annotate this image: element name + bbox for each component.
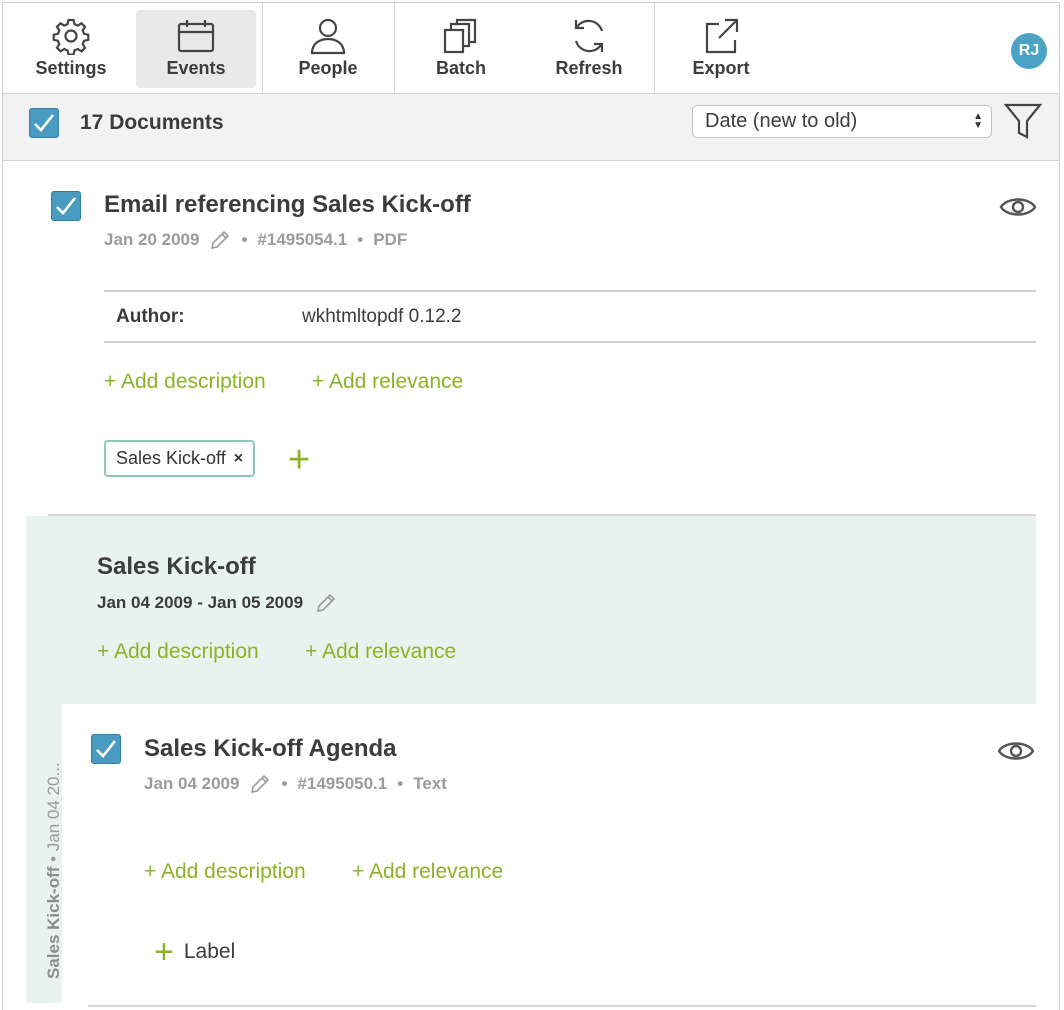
document-date: Jan 04 2009 <box>144 774 240 793</box>
people-button[interactable]: People <box>265 10 391 88</box>
toolbar-divider <box>654 3 655 94</box>
event-side-name: Sales Kick-off <box>44 866 63 979</box>
refresh-button[interactable]: Refresh <box>525 10 653 88</box>
add-relevance-link[interactable]: + Add relevance <box>352 860 503 884</box>
metadata-table: Author: wkhtmltopdf 0.12.2 <box>104 290 1036 343</box>
meta-separator: • <box>357 230 364 249</box>
document-checkbox[interactable] <box>51 191 81 221</box>
gear-icon <box>51 16 91 56</box>
pencil-icon[interactable] <box>209 229 231 251</box>
add-label-text: Label <box>183 940 236 963</box>
event-dates: Jan 04 2009 - Jan 05 2009 <box>97 592 337 614</box>
event-add-description-link[interactable]: + Add description <box>97 640 259 664</box>
user-avatar[interactable]: RJ <box>1011 33 1047 69</box>
filter-icon[interactable] <box>1003 102 1044 142</box>
export-button[interactable]: Export <box>659 10 783 88</box>
export-label: Export <box>692 58 750 78</box>
meta-separator: • <box>397 774 404 793</box>
meta-separator: • <box>281 774 288 793</box>
export-icon <box>701 16 741 56</box>
metadata-value: wkhtmltopdf 0.12.2 <box>302 306 462 327</box>
document-type: PDF <box>373 230 408 249</box>
metadata-key: Author: <box>116 306 185 327</box>
select-arrows-icon: ▲ ▼ <box>973 111 983 131</box>
person-icon <box>308 16 348 56</box>
sort-select-value: Date (new to old) <box>705 110 858 132</box>
document-date: Jan 20 2009 <box>104 230 200 249</box>
divider <box>88 1005 1036 1007</box>
batch-label: Batch <box>435 58 486 78</box>
event-date-range: Jan 04 2009 - Jan 05 2009 <box>97 593 304 612</box>
add-relevance-link[interactable]: + Add relevance <box>312 370 463 394</box>
document-id: #1495054.1 <box>257 230 348 249</box>
event-side-date: • Jan 04 20... <box>44 762 63 867</box>
eye-icon[interactable] <box>997 737 1035 765</box>
toolbar-divider <box>394 3 395 94</box>
checkmark-icon <box>96 740 117 758</box>
refresh-label: Refresh <box>555 58 623 78</box>
add-description-link[interactable]: + Add description <box>104 370 266 394</box>
document-count: 17 Documents <box>80 111 224 134</box>
document-meta: Jan 20 2009 • #1495054.1 • PDF <box>104 229 407 251</box>
copy-stack-icon <box>441 16 481 56</box>
toolbar: Settings Events People Batch Refresh Exp… <box>3 3 1059 94</box>
calendar-icon <box>176 16 216 56</box>
event-tag[interactable]: Sales Kick-off × <box>104 440 256 477</box>
document-checkbox[interactable] <box>91 734 121 764</box>
settings-label: Settings <box>35 58 107 78</box>
event-add-relevance-link[interactable]: + Add relevance <box>305 640 456 664</box>
app-frame: Settings Events People Batch Refresh Exp… <box>2 2 1060 1010</box>
document-meta: Jan 04 2009 • #1495050.1 • Text <box>144 773 447 795</box>
refresh-icon <box>569 16 609 56</box>
document-type: Text <box>413 774 447 793</box>
meta-separator: • <box>241 230 248 249</box>
people-label: People <box>298 58 358 78</box>
event-title[interactable]: Sales Kick-off <box>97 553 256 581</box>
pencil-icon[interactable] <box>315 592 337 614</box>
document-title[interactable]: Email referencing Sales Kick-off <box>104 191 471 219</box>
toolbar-divider <box>262 3 263 94</box>
events-label: Events <box>166 58 226 78</box>
checkmark-icon <box>34 114 55 132</box>
document-id: #1495050.1 <box>297 774 388 793</box>
eye-icon[interactable] <box>999 193 1037 221</box>
event-side-label: Sales Kick-off • Jan 04 20... <box>44 762 64 979</box>
batch-button[interactable]: Batch <box>399 10 523 88</box>
document-title[interactable]: Sales Kick-off Agenda <box>144 735 397 763</box>
select-all-checkbox[interactable] <box>29 108 59 138</box>
tag-remove-icon[interactable]: × <box>234 450 243 468</box>
pencil-icon[interactable] <box>249 773 271 795</box>
checkmark-icon <box>56 197 77 215</box>
plus-icon: + <box>154 933 174 971</box>
settings-button[interactable]: Settings <box>9 10 133 88</box>
sort-select[interactable]: Date (new to old) ▲ ▼ <box>692 105 992 138</box>
filter-bar: 17 Documents Date (new to old) ▲ ▼ <box>3 94 1059 161</box>
events-button[interactable]: Events <box>136 10 256 88</box>
add-tag-button[interactable]: + <box>288 441 310 479</box>
add-label-button[interactable]: + Label <box>154 935 235 969</box>
tag-label: Sales Kick-off <box>116 448 226 468</box>
add-description-link[interactable]: + Add description <box>144 860 306 884</box>
